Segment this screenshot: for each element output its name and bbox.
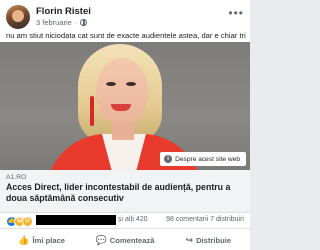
like-button[interactable]: 👍 Îmi place — [0, 229, 83, 250]
thumbs-up-icon: 👍 — [18, 234, 30, 245]
share-count[interactable]: 7 distribuiri — [210, 216, 244, 223]
share-button[interactable]: ↪ Distribuie — [167, 229, 250, 250]
comment-button[interactable]: 💬 Comentează — [83, 229, 166, 250]
post-date[interactable]: 3 februarie — [36, 18, 72, 27]
date-separator: · — [74, 18, 78, 27]
sad-icon: 😢 — [22, 216, 33, 227]
share-arrow-icon: ↪ — [185, 234, 194, 245]
action-bar: 👍 Îmi place 💬 Comentează ↪ Distribuie — [0, 228, 250, 250]
share-label: Distribuie — [196, 235, 232, 245]
link-headline[interactable]: Acces Direct, lider incontestabil de aud… — [6, 182, 244, 204]
like-label: Îmi place — [32, 235, 66, 245]
comment-label: Comentează — [109, 235, 155, 245]
more-options-button[interactable]: ••• — [228, 6, 244, 20]
reaction-count[interactable]: și alți 420 — [118, 216, 148, 223]
link-domain: A1.RO — [6, 174, 27, 181]
facebook-post: Florin Ristei 3 februarie · ••• nu am st… — [0, 0, 250, 250]
link-preview[interactable]: A1.RO Acces Direct, lider incontestabil … — [0, 170, 250, 213]
photo-earring — [90, 96, 94, 126]
globe-icon — [80, 19, 88, 26]
avatar[interactable] — [6, 5, 30, 29]
comment-count[interactable]: 98 comentarii — [166, 216, 208, 223]
post-image[interactable]: i Despre acest site web — [0, 42, 250, 170]
about-website-button[interactable]: i Despre acest site web — [160, 152, 246, 166]
post-meta: 3 februarie · — [36, 18, 88, 27]
info-icon: i — [164, 155, 173, 163]
comment-share-counts: 98 comentarii 7 distribuiri — [166, 216, 244, 223]
about-website-label: Despre acest site web — [175, 155, 240, 163]
redacted-names — [36, 215, 116, 225]
reactions-bar: 👍 😆 😢 și alți 420 98 comentarii 7 distri… — [6, 215, 244, 227]
photo-eye-left — [106, 82, 116, 86]
author-name[interactable]: Florin Ristei — [36, 6, 91, 17]
speech-bubble-icon: 💬 — [95, 234, 107, 245]
reaction-icons[interactable]: 👍 😆 😢 — [6, 216, 33, 227]
photo-face — [96, 58, 148, 124]
photo-eye-right — [126, 82, 136, 86]
post-header: Florin Ristei 3 februarie · ••• — [6, 4, 244, 30]
post-caption: nu am stiut niciodata cat sunt de exacte… — [6, 31, 246, 40]
